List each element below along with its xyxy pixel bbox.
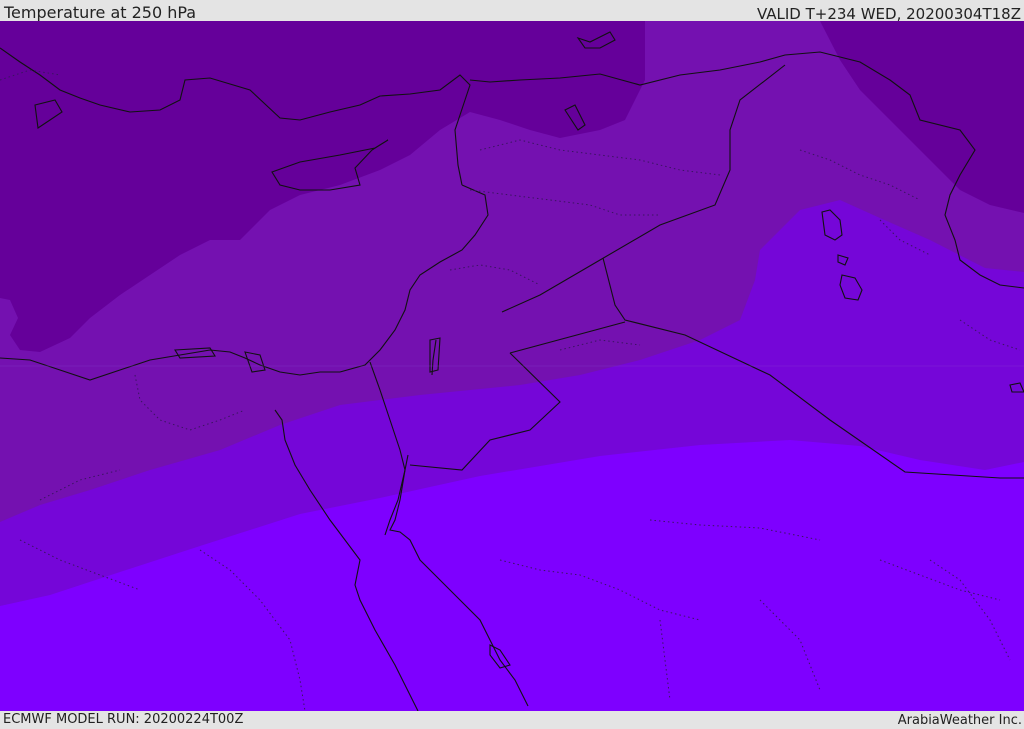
map-area[interactable] bbox=[0, 21, 1024, 711]
credit-text: ArabiaWeather Inc. bbox=[897, 713, 1022, 728]
header-bar: Temperature at 250 hPa VALID T+234 WED, … bbox=[0, 0, 1024, 23]
model-run: ECMWF MODEL RUN: 20200224T00Z bbox=[3, 712, 244, 727]
footer-bar: ECMWF MODEL RUN: 20200224T00Z ArabiaWeat… bbox=[0, 711, 1024, 729]
temperature-map[interactable] bbox=[0, 21, 1024, 711]
map-title: Temperature at 250 hPa bbox=[4, 3, 197, 22]
